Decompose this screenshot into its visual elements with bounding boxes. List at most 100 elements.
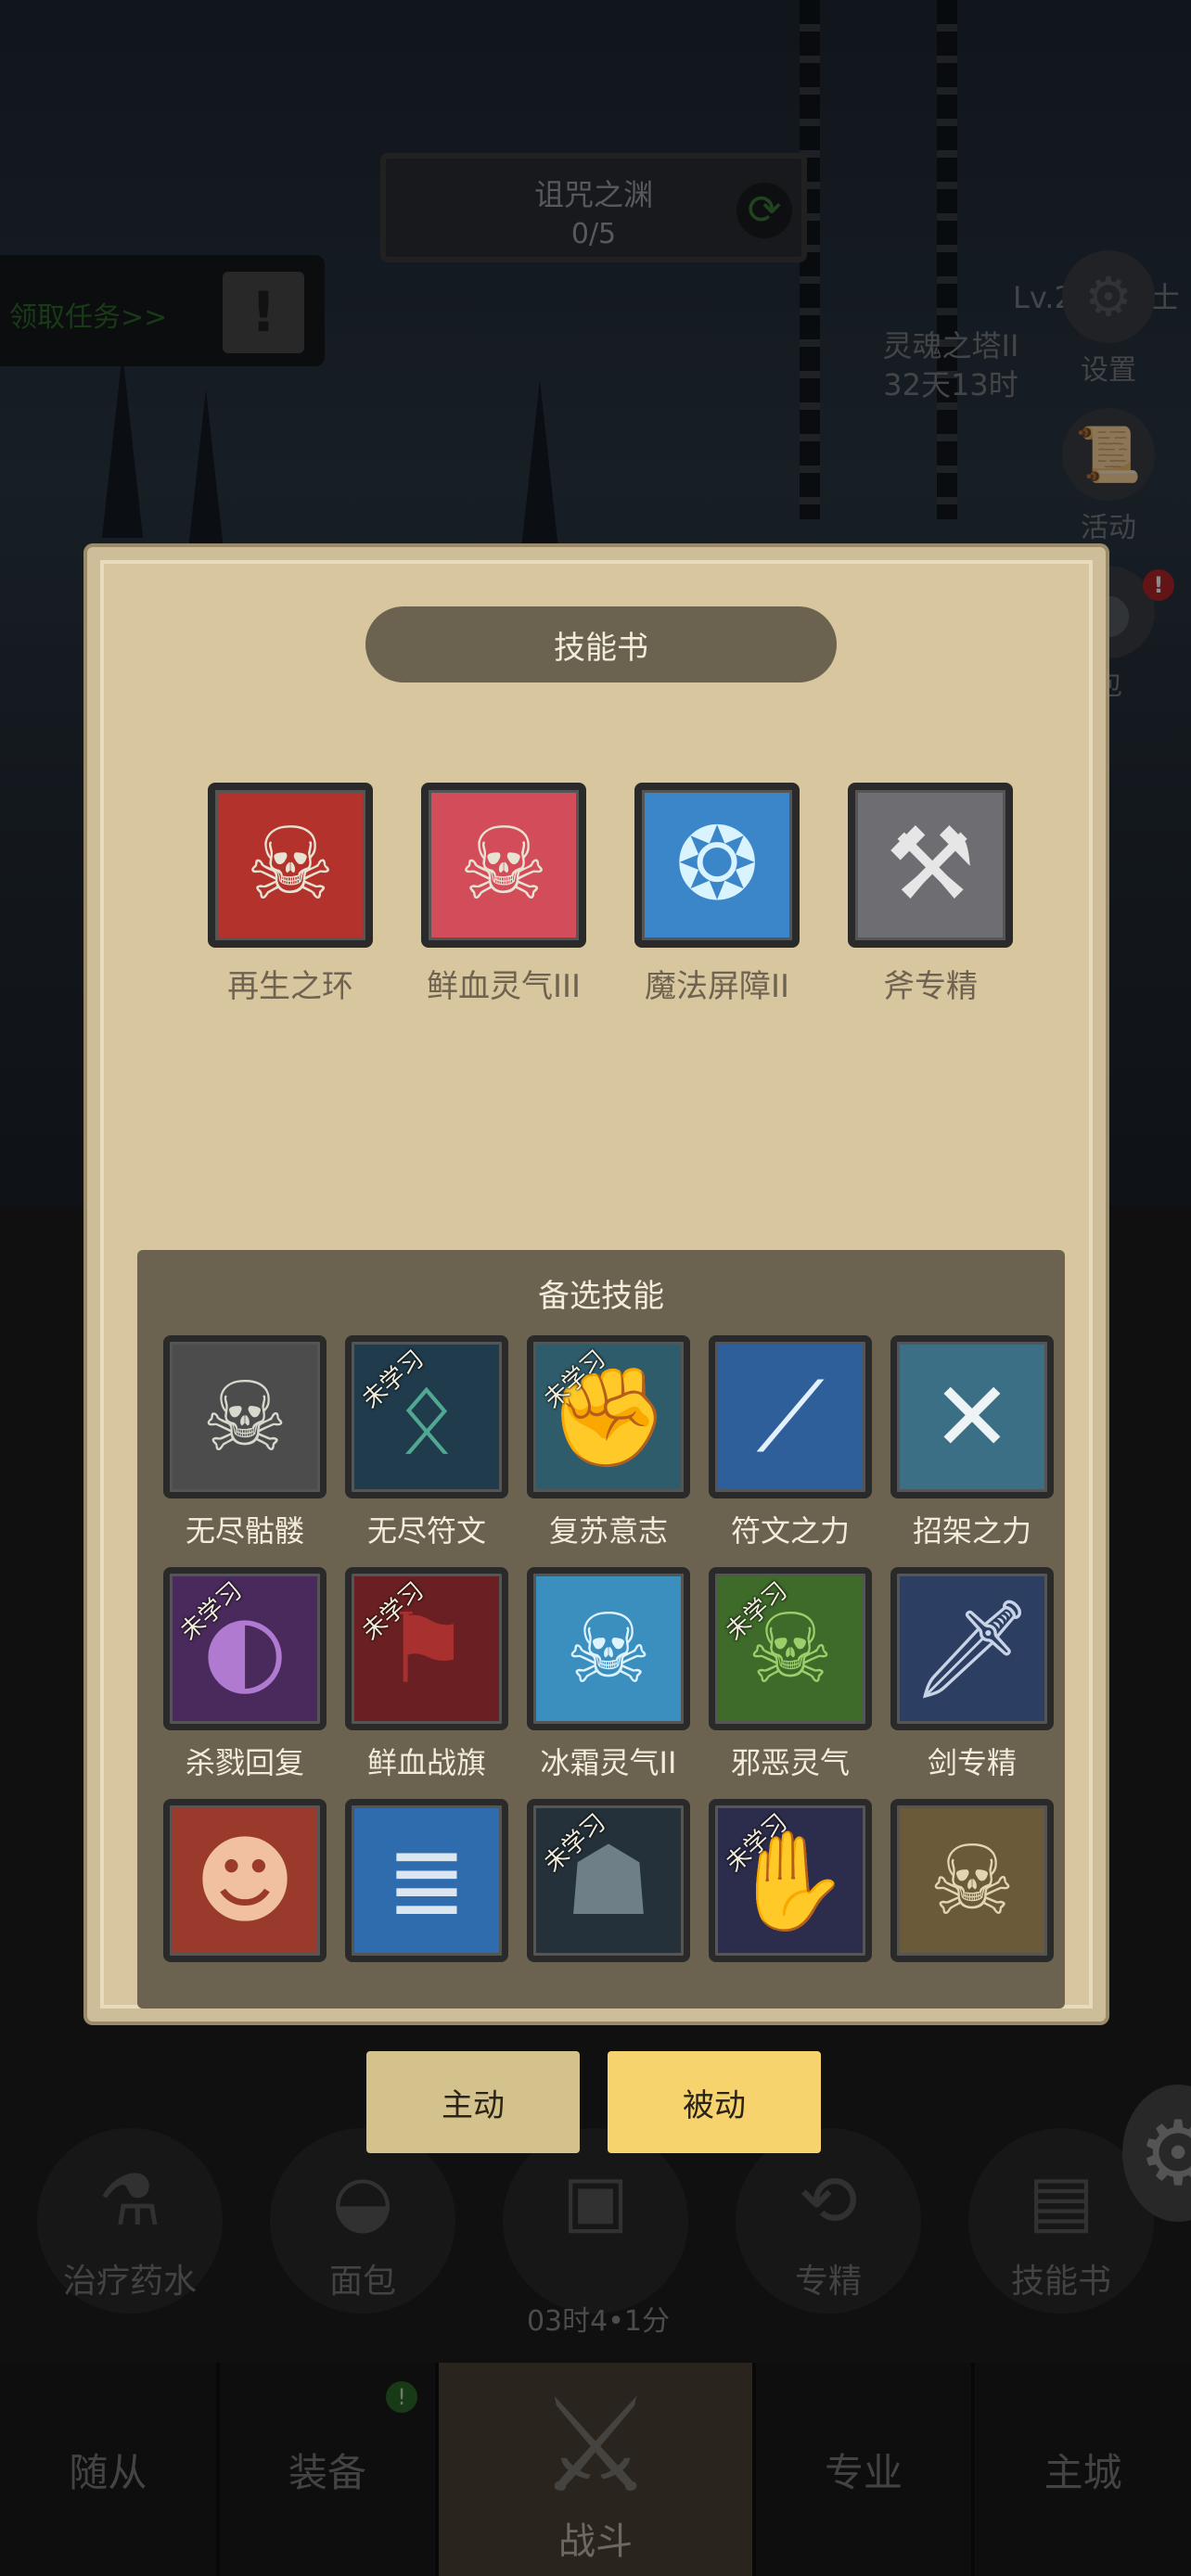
quick-potion[interactable]: ⚗ 治疗药水	[37, 2128, 223, 2314]
bottom-nav: 随从 装备 ⚔ 战斗 专业 主城	[0, 2363, 1191, 2576]
tower-time: 32天13时	[883, 367, 1018, 402]
nav-battle-label: 战斗	[557, 2520, 633, 2563]
chest-timer: 03时4•1分	[526, 2305, 671, 2338]
skill-name: 冰霜灵气II	[540, 1745, 677, 1780]
reserve-skill[interactable]: ✊ 未学习 复苏意志	[518, 1335, 699, 1567]
green-skull-icon: ☠ 未学习	[709, 1567, 872, 1730]
skill-name: 邪恶灵气	[730, 1745, 850, 1780]
notification-badge: !	[1143, 569, 1174, 601]
reserve-row: ☠ 无尽骷髅 ᛟ 未学习 无尽符文 ✊ 未学习 复苏意志 ⟋ 符文之力 ✕ 招架…	[154, 1335, 1063, 1567]
fist-icon: ✊ 未学习	[527, 1335, 690, 1498]
skill-name: 杀戮回复	[185, 1745, 304, 1780]
tab-passive-skills[interactable]: 被动	[608, 2051, 821, 2153]
tower-name: 灵魂之塔II	[882, 328, 1019, 363]
skill-tabs: 主动 被动	[366, 2051, 821, 2153]
axe-icon: ⚒	[848, 783, 1013, 948]
skill-name: 鲜血战旗	[366, 1745, 486, 1780]
skill-name: 鲜血灵气III	[426, 968, 582, 1005]
quick-label: 治疗药水	[62, 2263, 197, 2301]
chain-decoration	[937, 0, 957, 519]
panel-title: 技能书	[365, 606, 837, 682]
quick-label: 专精	[794, 2263, 862, 2301]
unlearned-label: 未学习	[174, 1576, 249, 1647]
quick-label: 技能书	[1010, 2263, 1111, 2301]
reserve-skill[interactable]: ☠	[881, 1799, 1063, 2009]
reserve-skill[interactable]: ☠ 冰霜灵气II	[518, 1567, 699, 1799]
skill-book-panel: 技能书 ☠ 再生之环 ☠ 鲜血灵气III ❂ 魔法屏障II ⚒ 斧专精 备选技能…	[87, 547, 1106, 2021]
reserve-skill[interactable]: ☠ 无尽骷髅	[154, 1335, 336, 1567]
potion-icon: ⚗	[97, 2159, 162, 2241]
unlearned-label: 未学习	[538, 1808, 612, 1879]
quick-bar: ⚗ 治疗药水 ◒ 面包 ▣ ⟲ 专精 ▤ 技能书	[37, 2128, 1154, 2314]
bread-icon: ◒	[331, 2159, 394, 2241]
equipped-skill[interactable]: ⚒ 斧专精	[824, 783, 1037, 1006]
skill-name: 再生之环	[227, 968, 353, 1005]
reserve-title: 备选技能	[538, 1278, 664, 1315]
reserve-skills: 备选技能 ☠ 无尽骷髅 ᛟ 未学习 无尽符文 ✊ 未学习 复苏意志 ⟋ 符文之力…	[137, 1250, 1065, 2009]
reserve-skill[interactable]: ᛟ 未学习 无尽符文	[336, 1335, 518, 1567]
scroll-icon: 📜	[1062, 408, 1155, 501]
reserve-skill[interactable]: ☗ 未学习	[518, 1799, 699, 2009]
spine-icon: ≣	[345, 1799, 508, 1962]
bone-skull-icon: ☠	[890, 1799, 1054, 1962]
gear-icon: ⚙	[1062, 250, 1155, 343]
unlearned-label: 未学习	[720, 1808, 794, 1879]
unlearned-label: 未学习	[720, 1576, 794, 1647]
crossed-swords-icon: ✕	[890, 1335, 1054, 1498]
activity-button[interactable]: 📜 活动	[1039, 408, 1178, 545]
reserve-skill[interactable]: ☠ 未学习 邪恶灵气	[699, 1567, 881, 1799]
unlearned-label: 未学习	[356, 1576, 430, 1647]
tab-active-skills[interactable]: 主动	[366, 2051, 580, 2153]
skill-name: 无尽符文	[366, 1513, 486, 1549]
ice-skull-icon: ☠	[527, 1567, 690, 1730]
equipped-skill[interactable]: ❂ 魔法屏障II	[610, 783, 824, 1006]
skill-name: 魔法屏障II	[644, 968, 790, 1005]
nav-followers[interactable]: 随从	[0, 2363, 216, 2576]
chest-icon: ▣	[562, 2159, 629, 2241]
dark-maw-icon: ☗ 未学习	[527, 1799, 690, 1962]
hooded-face-icon: ◐ 未学习	[163, 1567, 327, 1730]
equipped-skills: ☠ 再生之环 ☠ 鲜血灵气III ❂ 魔法屏障II ⚒ 斧专精	[184, 783, 1037, 1006]
reserve-skill[interactable]: ✋ 未学习	[699, 1799, 881, 2009]
demon-face-icon: ☻	[163, 1799, 327, 1962]
quick-chest[interactable]: ▣	[503, 2128, 688, 2314]
reserve-skill[interactable]: ☻	[154, 1799, 336, 2009]
unlearned-label: 未学习	[356, 1345, 430, 1415]
nav-profession[interactable]: 专业	[751, 2363, 972, 2576]
skill-name: 无尽骷髅	[185, 1513, 304, 1549]
rune-icon: ᛟ 未学习	[345, 1335, 508, 1498]
equipped-skill[interactable]: ☠ 再生之环	[184, 783, 397, 1006]
quick-mastery[interactable]: ⟲ 专精	[736, 2128, 921, 2314]
magic-shield-icon: ❂	[634, 783, 800, 948]
reserve-skill[interactable]: ◐ 未学习 杀戮回复	[154, 1567, 336, 1799]
nav-city[interactable]: 主城	[971, 2363, 1191, 2576]
reserve-skill[interactable]: ✕ 招架之力	[881, 1335, 1063, 1567]
refresh-icon[interactable]: ⟳	[736, 183, 792, 238]
spike-decoration	[519, 380, 560, 566]
red-skull-icon: ☠	[208, 783, 373, 948]
stage-info[interactable]: 诅咒之渊 0/5 ⟳	[380, 153, 807, 262]
tower-info[interactable]: 灵魂之塔II 32天13时	[872, 326, 1030, 404]
quick-bread[interactable]: ◒ 面包	[270, 2128, 455, 2314]
reserve-skill[interactable]: 🗡 剑专精	[881, 1567, 1063, 1799]
mastery-icon: ⟲	[799, 2159, 858, 2241]
unlearned-label: 未学习	[538, 1345, 612, 1415]
task-bar[interactable]: 领取任务>> !	[0, 255, 325, 366]
reserve-skill[interactable]: ⟋ 符文之力	[699, 1335, 881, 1567]
equipped-skill[interactable]: ☠ 鲜血灵气III	[397, 783, 610, 1006]
settings-label: 设置	[1081, 354, 1136, 387]
reserve-skill[interactable]: ≣	[336, 1799, 518, 2009]
reserve-row: ☻ ≣ ☗ 未学习 ✋ 未学习 ☠	[154, 1799, 1063, 2009]
skill-book-icon: ▤	[1028, 2159, 1095, 2241]
nav-battle[interactable]: ⚔ 战斗	[435, 2363, 752, 2576]
task-label[interactable]: 领取任务>>	[9, 294, 167, 335]
quick-label: 面包	[328, 2263, 396, 2301]
skill-name: 招架之力	[912, 1513, 1031, 1549]
exclamation-icon: !	[223, 272, 304, 353]
pink-skull-icon: ☠	[421, 783, 586, 948]
reserve-grid: ☠ 无尽骷髅 ᛟ 未学习 无尽符文 ✊ 未学习 复苏意志 ⟋ 符文之力 ✕ 招架…	[154, 1335, 1063, 2009]
settings-button[interactable]: ⚙ 设置	[1039, 250, 1178, 388]
reserve-skill[interactable]: ⚑ 未学习 鲜血战旗	[336, 1567, 518, 1799]
activity-label: 活动	[1081, 512, 1136, 544]
rune-sword-icon: ⟋	[709, 1335, 872, 1498]
